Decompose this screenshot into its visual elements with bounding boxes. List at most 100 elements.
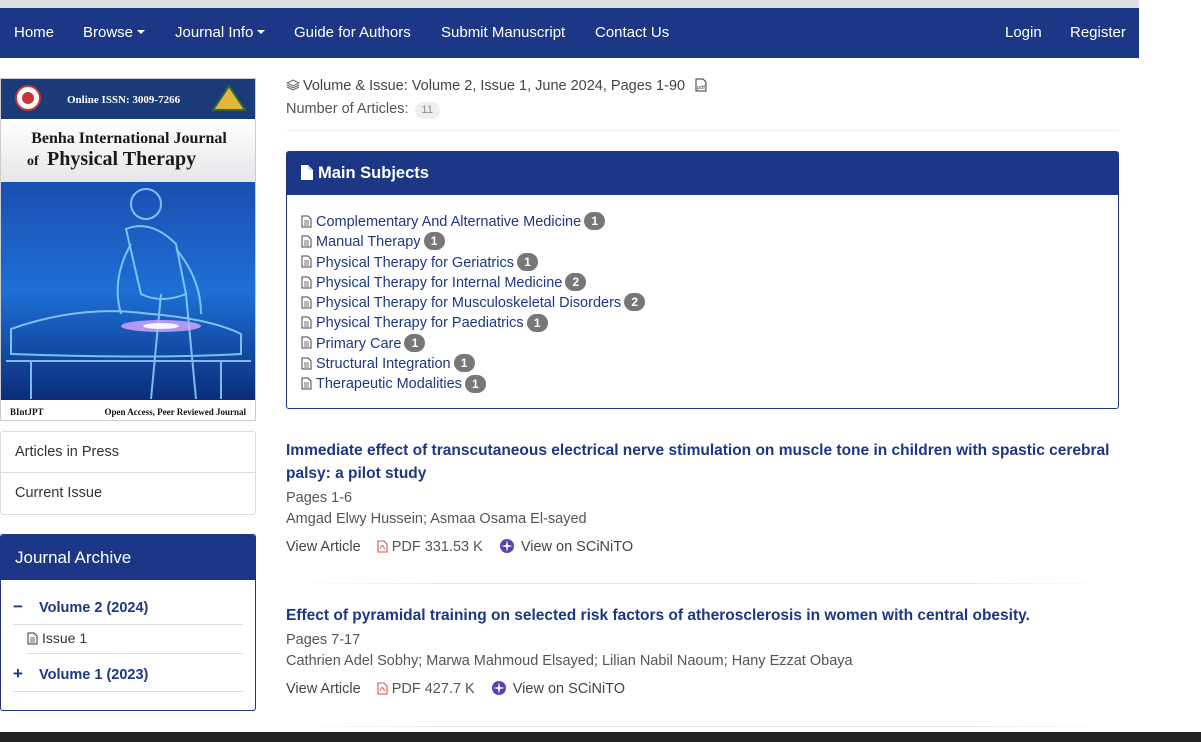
article-item: Effect of pyramidal training on selected… xyxy=(286,604,1119,699)
subject-count-badge: 1 xyxy=(453,354,475,373)
cover-title-line2: Physical Therapy xyxy=(47,148,196,170)
layers-icon xyxy=(286,79,300,91)
pdf-download-label: PDF 331.53 K xyxy=(391,539,483,555)
main-navbar: Home Browse Journal Info Guide for Autho… xyxy=(0,8,1139,58)
caret-down-icon xyxy=(257,30,266,35)
view-article-link[interactable]: View Article xyxy=(286,539,361,555)
subject-item[interactable]: Complementary And Alternative Medicine 1 xyxy=(301,212,645,232)
scinito-icon xyxy=(499,539,514,554)
pdf-download-label: PDF 427.7 K xyxy=(391,681,475,697)
view-article-link[interactable]: View Article xyxy=(286,681,361,697)
subject-item[interactable]: Primary Care 1 xyxy=(301,333,645,354)
number-of-articles-badge: 11 xyxy=(414,102,440,119)
subject-label: Primary Care xyxy=(316,335,402,352)
subject-count-badge: 1 xyxy=(584,212,606,231)
article-title[interactable]: Immediate effect of transcutaneous elect… xyxy=(286,439,1119,485)
subject-count-badge: 1 xyxy=(404,333,426,352)
view-on-scinito-link[interactable]: View on SCiNiTO xyxy=(499,539,633,555)
journal-archive-title: Journal Archive xyxy=(1,535,255,580)
subject-count-badge: 2 xyxy=(624,293,646,312)
subject-label: Physical Therapy for Geriatrics xyxy=(316,254,514,271)
plus-icon: + xyxy=(13,664,23,683)
document-icon xyxy=(301,276,312,289)
nav-journal-info[interactable]: Journal Info xyxy=(175,8,266,58)
cover-title-line1: Benha International Journal xyxy=(31,130,227,147)
document-icon xyxy=(301,215,312,228)
sidebar-item-articles-in-press[interactable]: Articles in Press xyxy=(1,432,255,473)
subject-item[interactable]: Physical Therapy for Musculoskeletal Dis… xyxy=(301,293,646,313)
nav-submit-manuscript[interactable]: Submit Manuscript xyxy=(441,8,565,58)
caret-down-icon xyxy=(137,30,146,35)
subject-item[interactable]: Physical Therapy for Internal Medicine 2 xyxy=(301,273,645,293)
pdf-download-link[interactable]: PDF 427.7 K xyxy=(377,681,475,697)
cover-footer-left: BIntJPT xyxy=(10,407,44,417)
document-icon xyxy=(301,336,312,349)
cover-footer-right: Open Access, Peer Reviewed Journal xyxy=(104,407,246,417)
document-icon xyxy=(27,632,38,645)
issue-pdf-icon[interactable]: pdf xyxy=(695,78,707,92)
divider xyxy=(286,583,1119,584)
volume-2-toggle[interactable]: − Volume 2 (2024) xyxy=(13,589,243,625)
subject-item[interactable]: Physical Therapy for Paediatrics 1 xyxy=(301,313,645,333)
subject-count-badge: 1 xyxy=(464,374,486,393)
article-links: View Article PDF 427.7 K View on SCiNiTO xyxy=(286,679,1119,699)
nav-register[interactable]: Register xyxy=(1070,8,1126,58)
view-on-scinito-link[interactable]: View on SCiNiTO xyxy=(491,681,625,697)
main-subjects-list: Complementary And Alternative Medicine 1 … xyxy=(301,212,646,395)
svg-text:pdf: pdf xyxy=(697,85,705,91)
issue-1-link[interactable]: Issue 1 xyxy=(27,622,243,654)
article-item: Immediate effect of transcutaneous elect… xyxy=(286,439,1119,557)
divider xyxy=(286,130,1119,131)
subject-count-badge: 1 xyxy=(516,252,538,271)
cover-issn: Online ISSN: 3009-7266 xyxy=(67,94,181,106)
view-on-scinito-label: View on SCiNiTO xyxy=(512,681,626,697)
nav-contact-us[interactable]: Contact Us xyxy=(595,8,669,58)
nav-journal-info-label: Journal Info xyxy=(175,24,254,41)
scinito-icon xyxy=(491,681,506,696)
pdf-icon xyxy=(377,540,388,553)
nav-login[interactable]: Login xyxy=(1005,8,1042,58)
volume-issue-text: Volume & Issue: Volume 2, Issue 1, June … xyxy=(303,78,686,94)
journal-cover[interactable]: Online ISSN: 3009-7266 Benha Internation… xyxy=(0,78,256,421)
subject-item[interactable]: Physical Therapy for Geriatrics 1 xyxy=(301,252,645,273)
article-pages: Pages 7-17 xyxy=(286,632,361,648)
journal-archive-panel: Journal Archive − Volume 2 (2024) Issue … xyxy=(0,534,256,711)
article-pages: Pages 1-6 xyxy=(286,490,353,506)
subject-label: Physical Therapy for Musculoskeletal Dis… xyxy=(316,295,622,312)
nav-guide-for-authors[interactable]: Guide for Authors xyxy=(294,8,411,58)
subject-label: Complementary And Alternative Medicine xyxy=(316,214,582,230)
pdf-download-link[interactable]: PDF 331.53 K xyxy=(377,539,483,555)
subject-count-badge: 1 xyxy=(423,232,445,251)
nav-home[interactable]: Home xyxy=(14,8,54,58)
sidebar-links: Articles in Press Current Issue xyxy=(0,431,256,515)
subject-item[interactable]: Structural Integration 1 xyxy=(301,354,645,374)
nav-browse[interactable]: Browse xyxy=(83,8,146,58)
divider xyxy=(286,726,1119,727)
subject-count-badge: 2 xyxy=(565,273,587,292)
journal-cover-image: Online ISSN: 3009-7266 Benha Internation… xyxy=(1,79,255,420)
subject-count-badge: 1 xyxy=(526,313,548,332)
sidebar-item-current-issue[interactable]: Current Issue xyxy=(1,473,255,514)
subject-item[interactable]: Therapeutic Modalities 1 xyxy=(301,374,645,394)
subject-label: Physical Therapy for Paediatrics xyxy=(316,315,524,332)
subject-label: Manual Therapy xyxy=(316,234,421,251)
volume-1-label: Volume 1 (2023) xyxy=(39,667,149,683)
subject-label: Therapeutic Modalities xyxy=(316,376,462,393)
article-links: View Article PDF 331.53 K View on SCiNiT… xyxy=(286,537,1119,557)
view-on-scinito-label: View on SCiNiTO xyxy=(520,539,634,555)
number-of-articles-label: Number of Articles: xyxy=(286,101,409,117)
volume-issue-info: Volume & Issue: Volume 2, Issue 1, June … xyxy=(286,78,711,94)
pdf-icon xyxy=(377,682,388,695)
page-footer xyxy=(0,732,1201,742)
document-icon xyxy=(301,377,312,390)
document-icon xyxy=(301,255,312,268)
article-authors: Cathrien Adel Sobhy; Marwa Mahmoud Elsay… xyxy=(286,653,853,669)
minus-icon: − xyxy=(13,597,23,616)
document-icon xyxy=(301,357,312,370)
article-authors: Amgad Elwy Hussein; Asmaa Osama El-sayed xyxy=(286,511,587,527)
subject-item[interactable]: Manual Therapy 1 xyxy=(301,232,645,252)
volume-1-toggle[interactable]: + Volume 1 (2023) xyxy=(13,656,243,692)
subject-label: Structural Integration xyxy=(316,356,451,373)
main-subjects-title: Main Subjects xyxy=(318,164,429,182)
article-title[interactable]: Effect of pyramidal training on selected… xyxy=(286,604,1119,627)
